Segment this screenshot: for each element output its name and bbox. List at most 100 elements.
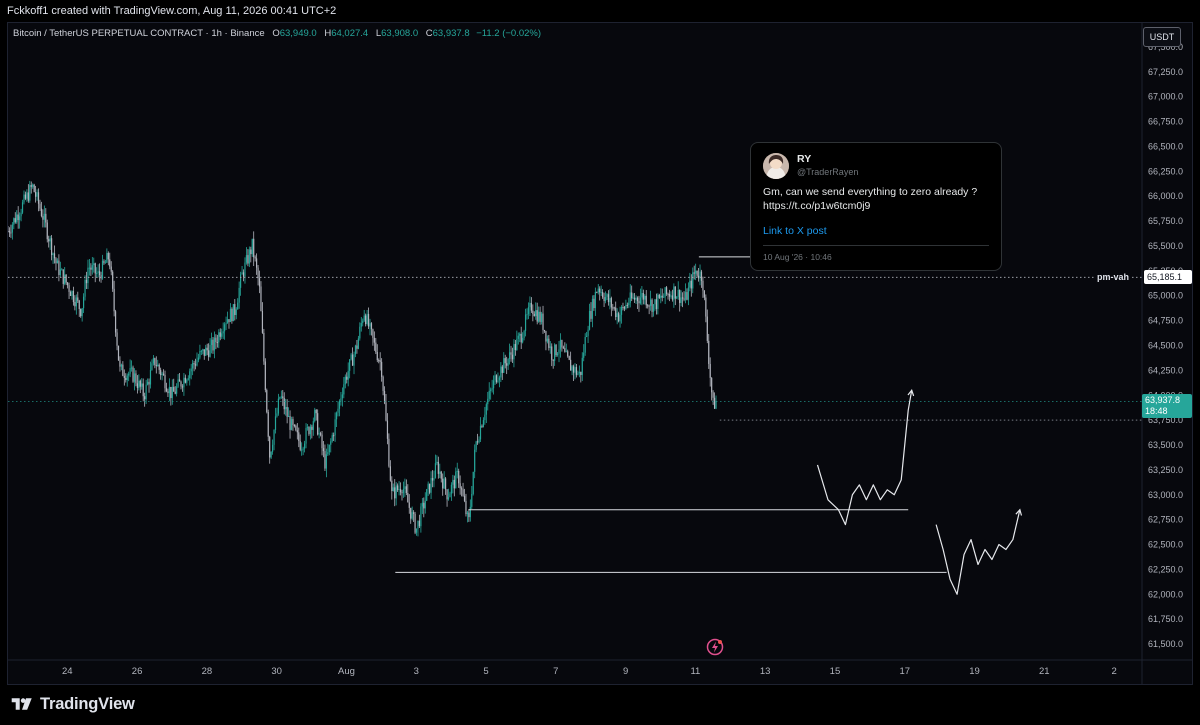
candle-body bbox=[370, 323, 373, 330]
candle-body bbox=[490, 389, 492, 391]
candle-body bbox=[703, 290, 705, 298]
candle-body bbox=[81, 308, 83, 317]
candle-body bbox=[266, 390, 268, 413]
candle-body bbox=[376, 352, 378, 361]
candle-body bbox=[636, 297, 639, 302]
candle-body bbox=[33, 184, 35, 193]
link-to-post[interactable]: Link to X post bbox=[763, 225, 827, 237]
candle-body bbox=[67, 282, 69, 286]
candle-body bbox=[337, 408, 339, 413]
candle-body bbox=[683, 298, 685, 300]
candle-body bbox=[173, 386, 175, 392]
candle-body bbox=[695, 270, 697, 274]
time-axis-label: 3 bbox=[414, 666, 419, 677]
candle-body bbox=[413, 512, 415, 514]
candle-body bbox=[144, 396, 146, 400]
candle-body bbox=[225, 323, 227, 325]
candle-body bbox=[112, 271, 114, 289]
candle-body bbox=[335, 412, 338, 420]
candle-body bbox=[580, 371, 582, 375]
candle-body bbox=[599, 288, 601, 293]
candle-body bbox=[151, 363, 153, 370]
candle-body bbox=[104, 262, 107, 264]
high-value: 64,027.4 bbox=[331, 28, 369, 39]
candle-body bbox=[588, 311, 591, 330]
candle-body bbox=[160, 369, 162, 376]
candle-body bbox=[684, 292, 687, 300]
candle-body bbox=[302, 448, 304, 450]
candle-body bbox=[455, 471, 457, 489]
candle-body bbox=[693, 272, 695, 274]
candle-body bbox=[610, 298, 612, 308]
price-chart[interactable]: 67,500.067,250.067,000.066,750.066,500.0… bbox=[8, 23, 1192, 684]
candle-body bbox=[554, 344, 556, 361]
candle-body bbox=[8, 231, 9, 233]
candle-body bbox=[93, 263, 95, 266]
candle-body bbox=[488, 390, 490, 399]
candle-body bbox=[612, 307, 614, 309]
price-axis-label: 63,000.0 bbox=[1148, 490, 1183, 500]
candle-body bbox=[495, 375, 498, 383]
candle-body bbox=[40, 208, 43, 217]
candle-body bbox=[388, 438, 390, 467]
candle-body bbox=[546, 338, 548, 342]
candle-body bbox=[389, 466, 391, 481]
candle-body bbox=[343, 384, 345, 395]
candle-body bbox=[64, 274, 66, 284]
candle-body bbox=[312, 421, 314, 430]
candle-body bbox=[215, 337, 217, 343]
candle-body bbox=[349, 359, 351, 371]
candle-body bbox=[450, 484, 453, 494]
candle-body bbox=[229, 308, 232, 323]
candle-body bbox=[202, 349, 204, 351]
price-axis-label: 65,000.0 bbox=[1148, 291, 1183, 301]
candle-body bbox=[344, 376, 346, 385]
embedded-post-card[interactable]: RY @TraderRayen Gm, can we send everythi… bbox=[750, 142, 1002, 271]
candle-body bbox=[581, 357, 583, 375]
candle-body bbox=[83, 296, 85, 309]
candle-body bbox=[479, 425, 482, 440]
candle-body bbox=[577, 373, 579, 375]
candle-body bbox=[373, 337, 375, 343]
candle-body bbox=[333, 435, 335, 437]
tradingview-brand[interactable]: TradingView bbox=[9, 693, 135, 715]
candle-body bbox=[559, 339, 562, 350]
candle-body bbox=[516, 338, 518, 351]
candle-body bbox=[330, 441, 332, 445]
candle-body bbox=[392, 487, 394, 492]
time-axis-label: 11 bbox=[690, 666, 700, 677]
candle-body bbox=[395, 485, 397, 499]
candle-body bbox=[709, 363, 711, 378]
candle-body bbox=[103, 260, 105, 264]
candle-body bbox=[551, 346, 553, 360]
candle-body bbox=[418, 520, 421, 527]
time-axis-label: 13 bbox=[760, 666, 771, 677]
candle-body bbox=[234, 304, 236, 316]
candle-body bbox=[632, 297, 634, 299]
candle-body bbox=[256, 258, 258, 268]
chart-credit-bar: Fckkoff1 created with TradingView.com, A… bbox=[0, 0, 1200, 22]
time-axis-label: 21 bbox=[1039, 666, 1050, 677]
candle-body bbox=[283, 398, 285, 410]
candle-body bbox=[309, 426, 311, 435]
candle-body bbox=[404, 486, 406, 489]
candle-body bbox=[180, 381, 182, 387]
low-value: 63,908.0 bbox=[381, 28, 419, 39]
candle-body bbox=[668, 293, 671, 297]
projection-path bbox=[935, 509, 1021, 595]
candle-body bbox=[638, 301, 640, 304]
candle-body bbox=[245, 255, 248, 263]
candle-body bbox=[606, 294, 608, 297]
chart-pane[interactable]: 67,500.067,250.067,000.066,750.066,500.0… bbox=[7, 22, 1193, 685]
post-text: Gm, can we send everything to zero alrea… bbox=[763, 186, 978, 212]
candle-body bbox=[154, 358, 156, 366]
lightning-icon[interactable] bbox=[706, 638, 724, 656]
currency-button[interactable]: USDT bbox=[1143, 27, 1181, 47]
candle-body bbox=[261, 310, 264, 333]
candle-body bbox=[219, 332, 221, 337]
candle-body bbox=[673, 286, 675, 300]
candle-body bbox=[77, 297, 79, 301]
candle-body bbox=[706, 316, 708, 341]
candle-body bbox=[411, 512, 413, 519]
candle-body bbox=[303, 443, 306, 449]
